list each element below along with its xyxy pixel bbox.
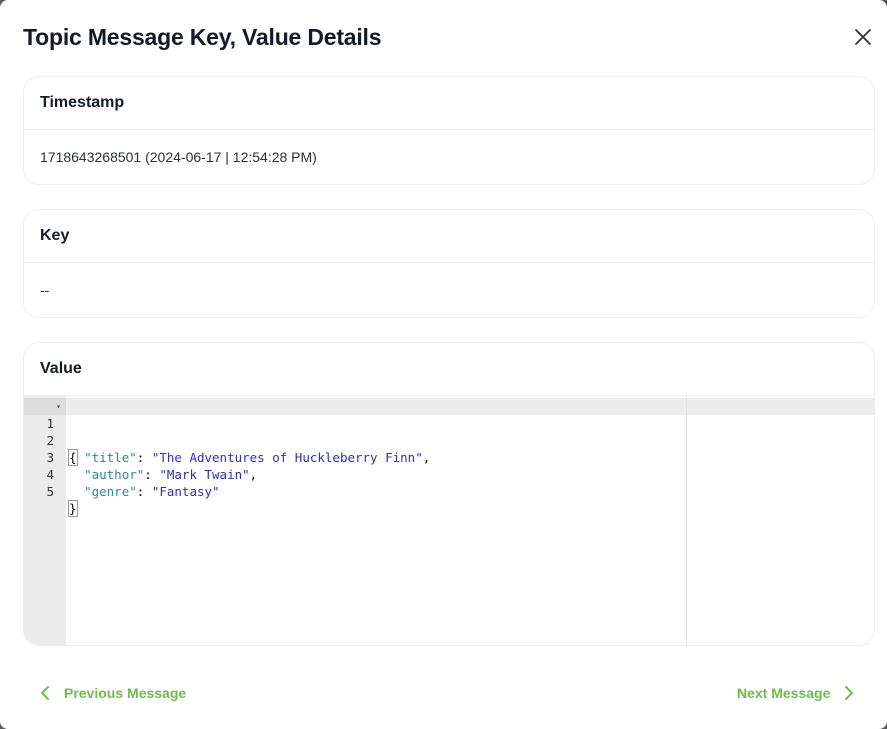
code-line[interactable]: 5 } xyxy=(24,466,874,517)
previous-message-button[interactable]: Previous Message xyxy=(40,682,186,704)
key-value: -- xyxy=(40,282,50,298)
json-key: "genre" xyxy=(84,484,137,499)
timestamp-value: 1718643268501 (2024-06-17 | 12:54:28 PM) xyxy=(40,149,317,165)
previous-message-label: Previous Message xyxy=(64,685,187,701)
modal-title: Topic Message Key, Value Details xyxy=(23,24,382,50)
close-button[interactable] xyxy=(851,25,875,49)
close-icon xyxy=(855,29,871,45)
fold-arrow-icon[interactable]: ▾ xyxy=(56,398,61,415)
value-card: Value 1 ▾ { 2 "title": "The Adventures o… xyxy=(23,342,875,646)
message-details-modal: Topic Message Key, Value Details Timesta… xyxy=(0,0,887,729)
code-line[interactable]: 1 ▾ { xyxy=(24,398,874,466)
timestamp-card: Timestamp 1718643268501 (2024-06-17 | 12… xyxy=(23,76,875,185)
value-label: Value xyxy=(24,343,874,396)
code-line[interactable]: 4 "genre": "Fantasy" xyxy=(24,449,874,499)
json-string: "Fantasy" xyxy=(151,484,220,499)
code-line[interactable]: 3 "author": "Mark Twain", xyxy=(24,432,874,482)
chevron-left-icon xyxy=(41,686,49,700)
code-line[interactable]: 2 "title": "The Adventures of Huckleberr… xyxy=(24,415,874,465)
chevron-right-icon xyxy=(845,686,854,700)
json-code-editor[interactable]: 1 ▾ { 2 "title": "The Adventures of Huck… xyxy=(24,396,874,645)
key-card: Key -- xyxy=(23,209,875,318)
next-message-label: Next Message xyxy=(737,685,831,701)
code-text: } xyxy=(68,500,78,517)
line-number: 5 xyxy=(46,484,54,499)
key-label: Key xyxy=(24,210,874,263)
timestamp-label: Timestamp xyxy=(24,77,874,130)
next-message-button[interactable]: Next Message xyxy=(737,682,854,704)
